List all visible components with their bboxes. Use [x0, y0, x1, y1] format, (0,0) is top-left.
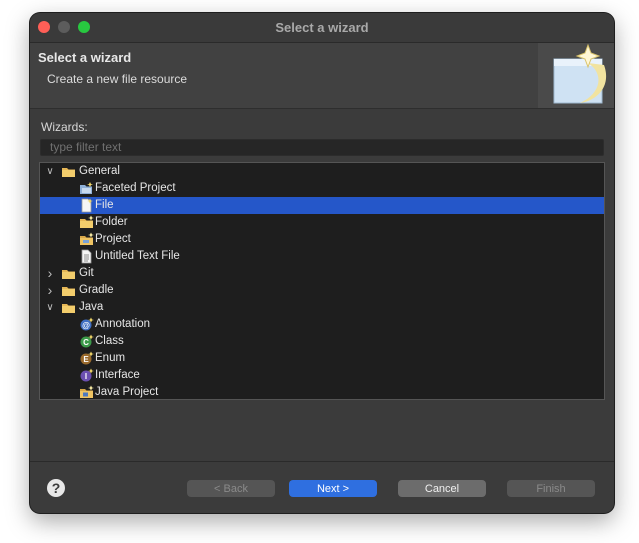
chevron-right-icon[interactable]: › [44, 265, 56, 282]
tree-item-label: Untitled Text File [95, 250, 180, 262]
tree-item[interactable]: C Class [40, 333, 604, 350]
enum-icon: E [79, 351, 94, 366]
tree-item-label: Java Project [95, 386, 159, 398]
chevron-down-icon[interactable]: ∨ [44, 163, 56, 180]
tree-item[interactable]: Java Project [40, 384, 604, 399]
new-file-icon [79, 198, 94, 213]
faceted-project-icon [79, 181, 94, 196]
tree-item[interactable]: Folder [40, 214, 604, 231]
tree-item-label: Enum [95, 352, 126, 364]
folder-icon [61, 266, 76, 281]
folder-icon [61, 283, 76, 298]
filter-input[interactable] [40, 139, 604, 156]
tree-item-label: Annotation [95, 318, 150, 330]
tree-item[interactable]: Untitled Text File [40, 248, 604, 265]
text-file-icon [79, 249, 94, 264]
chevron-down-icon[interactable]: ∨ [44, 299, 56, 316]
wizard-banner-icon [538, 43, 614, 108]
new-folder-icon [79, 215, 94, 230]
new-project-icon [79, 232, 94, 247]
java-project-icon [79, 385, 94, 399]
tree-item-label: Class [95, 335, 124, 347]
annotation-icon: @ [79, 317, 94, 332]
tree-item-label: General [79, 165, 120, 177]
tree-item-label: Git [79, 267, 94, 279]
tree-item-label: Java [79, 301, 104, 313]
next-button[interactable]: Next > [289, 480, 377, 497]
wizard-tree[interactable]: ∨ General Faceted Project File Folder Project… [39, 162, 605, 400]
class-icon: C [79, 334, 94, 349]
header-title: Select a wizard [38, 50, 132, 65]
svg-text:E: E [83, 355, 89, 364]
wizard-header: Select a wizard Create a new file resour… [30, 43, 614, 109]
tree-item[interactable]: Faceted Project [40, 180, 604, 197]
back-button[interactable]: < Back [187, 480, 275, 497]
window-title: Select a wizard [275, 20, 369, 35]
button-bar-divider [30, 461, 614, 462]
tree-item[interactable]: I Interface [40, 367, 604, 384]
svg-text:C: C [83, 338, 89, 347]
folder-icon [61, 164, 76, 179]
tree-item-label: Faceted Project [95, 182, 176, 194]
header-description: Create a new file resource [47, 72, 188, 86]
help-icon[interactable]: ? [47, 479, 65, 497]
tree-item[interactable]: › Gradle [40, 282, 604, 299]
finish-button[interactable]: Finish [507, 480, 595, 497]
chevron-right-icon[interactable]: › [44, 282, 56, 299]
interface-icon: I [79, 368, 94, 383]
tree-item[interactable]: File [40, 197, 604, 214]
tree-item[interactable]: E Enum [40, 350, 604, 367]
title-bar: Select a wizard [30, 13, 614, 43]
tree-item[interactable]: ∨ Java [40, 299, 604, 316]
tree-item[interactable]: Project [40, 231, 604, 248]
svg-text:I: I [85, 372, 87, 381]
tree-item-label: Gradle [79, 284, 114, 296]
tree-item-label: Project [95, 233, 131, 245]
tree-item-label: Interface [95, 369, 140, 381]
tree-item-label: File [95, 199, 114, 211]
svg-text:@: @ [82, 321, 90, 330]
tree-item[interactable]: ∨ General [40, 163, 604, 180]
tree-item[interactable]: › Git [40, 265, 604, 282]
tree-item[interactable]: @ Annotation [40, 316, 604, 333]
wizard-dialog: Select a wizard Select a wizard Create a… [30, 13, 614, 513]
folder-icon [61, 300, 76, 315]
cancel-button[interactable]: Cancel [398, 480, 486, 497]
wizards-label: Wizards: [41, 120, 88, 134]
tree-item-label: Folder [95, 216, 128, 228]
